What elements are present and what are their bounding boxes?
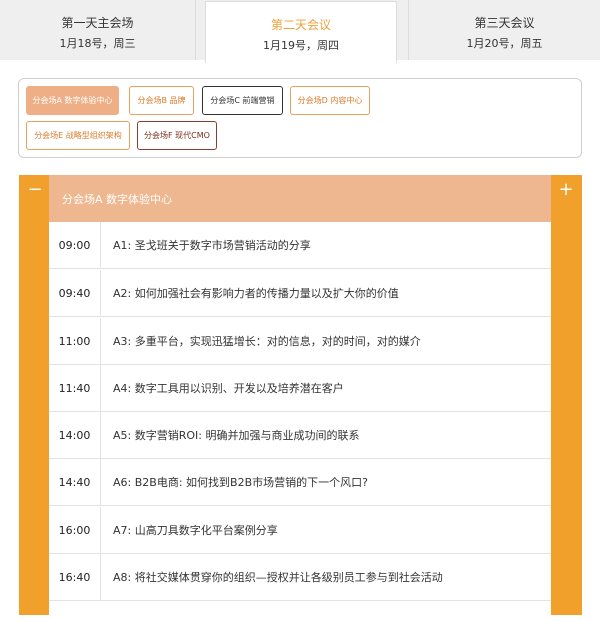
venue-button-d[interactable]: 分会场D 内容中心 (290, 86, 370, 115)
tab-day-2[interactable]: 第二天会议 1月19号，周四 (205, 1, 397, 63)
collapse-minus-icon[interactable]: − (23, 179, 47, 203)
venue-button-a[interactable]: 分会场A 数字体验中心 (26, 86, 119, 115)
session-list: 09:00 A1: 圣戈班关于数字市场营销活动的分享 09:40 A2: 如何加… (49, 222, 551, 615)
tab-day-1-date: 1月18号，周三 (59, 37, 136, 50)
tab-day-2-title: 第二天会议 (270, 18, 331, 32)
venue-button-b[interactable]: 分会场B 品牌 (129, 86, 194, 115)
tab-day-1-title: 第一天主会场 (61, 16, 134, 30)
venue-button-f[interactable]: 分会场F 现代CMO (137, 121, 217, 150)
session-time: 09:40 (49, 270, 101, 317)
session-topic: A2: 如何加强社会有影响力者的传播力量以及扩大你的价值 (113, 287, 399, 300)
tab-day-3[interactable]: 第三天会议 1月20号，周五 (408, 0, 600, 60)
session-time: 14:00 (49, 412, 101, 459)
tab-day-3-title: 第三天会议 (474, 16, 535, 30)
session-time: 11:00 (49, 318, 101, 365)
session-topic: A1: 圣戈班关于数字市场营销活动的分享 (113, 239, 311, 252)
panel-header: 分会场A 数字体验中心 (49, 175, 551, 222)
tab-day-1[interactable]: 第一天主会场 1月18号，周三 (0, 0, 196, 60)
session-row[interactable]: 16:00 A7: 山高刀具数字化平台案例分享 (49, 507, 551, 554)
session-row[interactable]: 14:40 A6: B2B电商: 如何找到B2B市场营销的下一个风口? (49, 459, 551, 506)
tab-day-3-date: 1月20号，周五 (466, 37, 543, 50)
session-row[interactable]: 14:00 A5: 数字营销ROI: 明确并加强与商业成功间的联系 (49, 412, 551, 459)
venue-button-c[interactable]: 分会场C 前端营销 (202, 86, 283, 115)
session-panel: − + 分会场A 数字体验中心 09:00 A1: 圣戈班关于数字市场营销活动的… (19, 175, 582, 615)
session-topic: A4: 数字工具用以识别、开发以及培养潜在客户 (113, 382, 344, 395)
session-topic: A7: 山高刀具数字化平台案例分享 (113, 524, 278, 537)
session-topic: A5: 数字营销ROI: 明确并加强与商业成功间的联系 (113, 429, 360, 442)
session-topic: A3: 多重平台，实现迅猛增长：对的信息，对的时间，对的媒介 (113, 335, 421, 348)
session-time: 09:00 (49, 222, 101, 269)
session-row[interactable]: 16:40 A8: 将社交媒体贯穿你的组织—授权并让各级别员工参与到社会活动 (49, 554, 551, 601)
session-time: 14:40 (49, 459, 101, 506)
session-topic: A6: B2B电商: 如何找到B2B市场营销的下一个风口? (113, 476, 368, 489)
session-time: 11:40 (49, 365, 101, 412)
session-row[interactable]: 09:40 A2: 如何加强社会有影响力者的传播力量以及扩大你的价值 (49, 270, 551, 317)
venue-filter-box: 分会场A 数字体验中心 分会场B 品牌 分会场C 前端营销 分会场D 内容中心 … (18, 78, 582, 158)
session-row[interactable]: 09:00 A1: 圣戈班关于数字市场营销活动的分享 (49, 222, 551, 269)
expand-plus-icon[interactable]: + (554, 179, 578, 203)
session-time: 16:40 (49, 554, 101, 601)
session-time: 16:00 (49, 507, 101, 554)
tab-day-2-date: 1月19号，周四 (263, 39, 339, 52)
venue-button-e[interactable]: 分会场E 战略型组织架构 (26, 121, 130, 150)
session-row[interactable]: 11:00 A3: 多重平台，实现迅猛增长：对的信息，对的时间，对的媒介 (49, 318, 551, 365)
session-row[interactable]: 11:40 A4: 数字工具用以识别、开发以及培养潜在客户 (49, 365, 551, 412)
session-topic: A8: 将社交媒体贯穿你的组织—授权并让各级别员工参与到社会活动 (113, 571, 443, 584)
day-tabs: 第一天主会场 1月18号，周三 第二天会议 1月19号，周四 第三天会议 1月2… (0, 0, 600, 63)
panel-title: 分会场A 数字体验中心 (62, 193, 173, 206)
